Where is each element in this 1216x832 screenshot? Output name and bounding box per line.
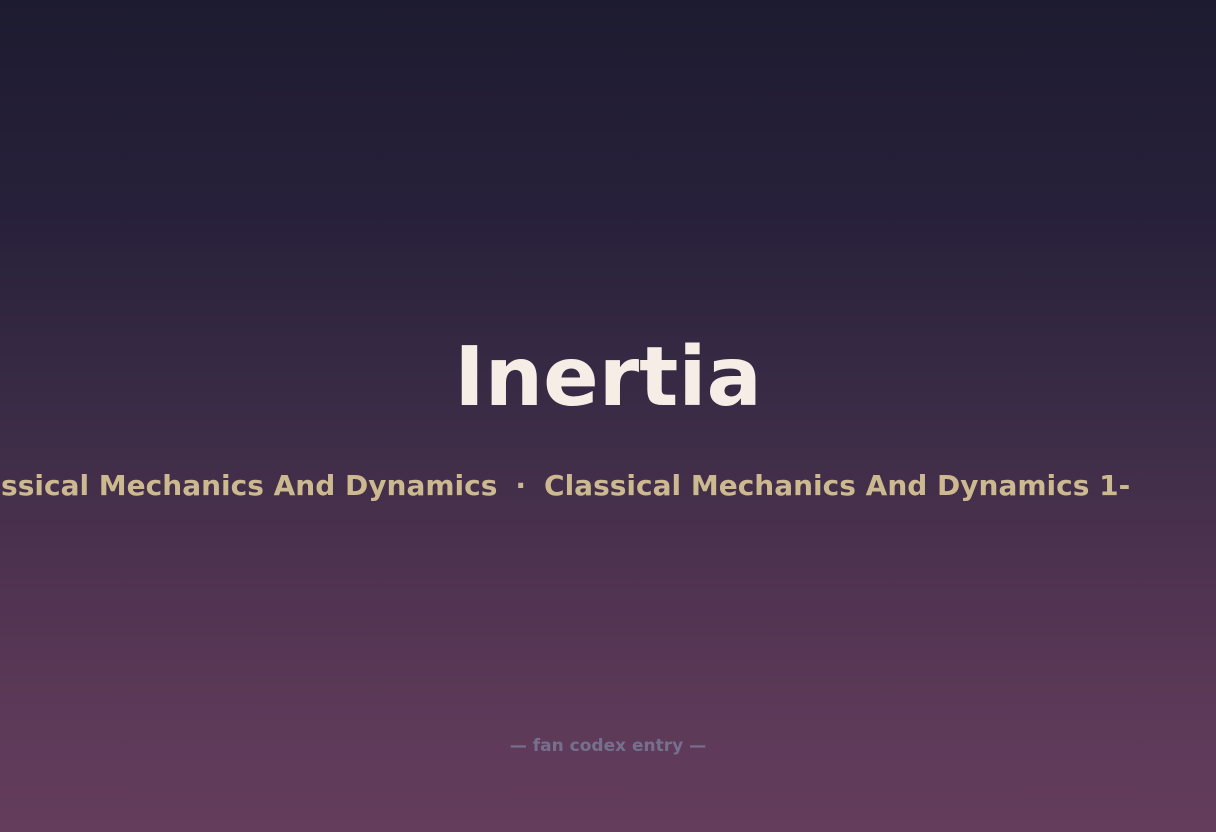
footer-caption: — fan codex entry —: [509, 736, 707, 756]
subtitle-ticker: Classical Mechanics And Dynamics · Classic…: [0, 466, 1216, 506]
ticker-item: Classical Mechanics And Dynamics 1-: [544, 469, 1131, 502]
ticker-track: Classical Mechanics And Dynamics · Classic…: [0, 466, 1130, 506]
ticker-item: Classical Mechanics And Dynamics: [0, 469, 498, 502]
ticker-separator: ·: [515, 469, 527, 502]
page-title: Inertia: [454, 330, 762, 425]
